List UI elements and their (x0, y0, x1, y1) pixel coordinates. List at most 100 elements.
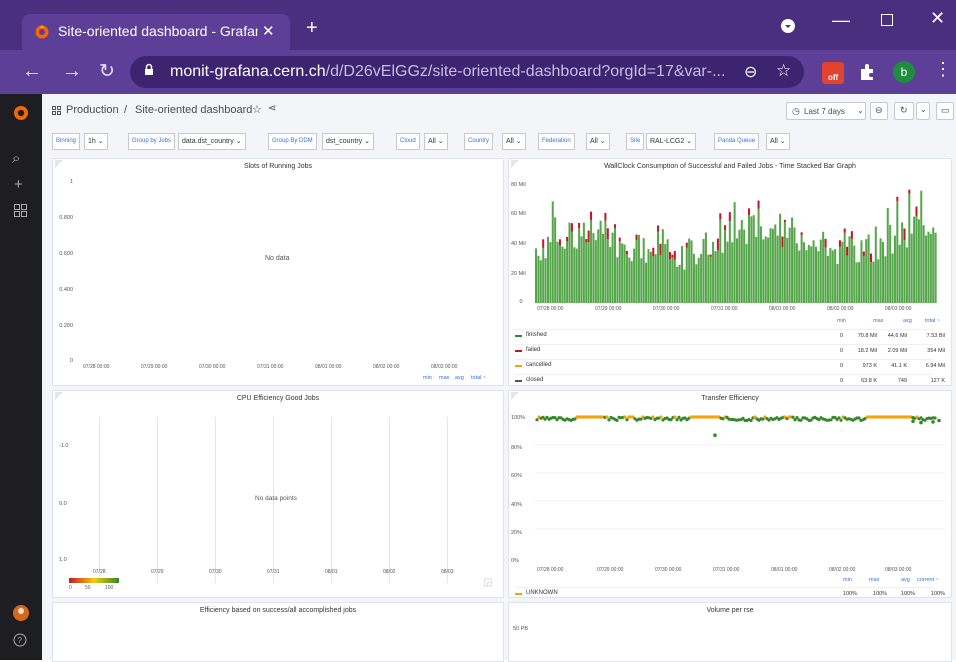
point-uk (931, 420, 935, 424)
bar-finished (822, 231, 825, 303)
legend-row[interactable]: finished 0 70.8 Mil 44.6 Mil 7.53 Bil (515, 329, 945, 341)
grafana-home-icon[interactable] (12, 104, 30, 122)
bar-finished (896, 201, 899, 303)
legend-value-total: 6.94 Mil (925, 363, 945, 369)
forward-icon[interactable]: → (62, 60, 82, 83)
legend-header-min[interactable]: min (423, 375, 432, 381)
clock-icon: ◷ (792, 106, 800, 116)
var-groupbyddm-select[interactable]: dst_country ⌄ (322, 133, 374, 150)
bar-failed (570, 223, 573, 232)
legend-header-max[interactable]: max (869, 577, 879, 583)
share-icon[interactable]: ⋖ (268, 103, 276, 114)
zoom-out-button[interactable]: ⊖ (870, 102, 888, 120)
close-window-icon[interactable]: ✕ (930, 8, 945, 29)
x-tick: 07/28 (93, 569, 106, 575)
x-tick: 08/02 00:00 (373, 364, 400, 370)
legend-header-avg[interactable]: avg (903, 318, 912, 324)
dashboards-icon[interactable] (14, 204, 27, 217)
legend-row[interactable]: closed 0 63.8 K 749 127 K (515, 374, 945, 385)
bookmark-star-icon[interactable]: ☆ (776, 61, 791, 81)
resize-handle-icon[interactable]: ◲ (483, 577, 492, 588)
maximize-icon[interactable] (881, 14, 893, 26)
dashboard-title[interactable]: Site-oriented dashboard (135, 104, 252, 116)
zoom-out-icon: ⊖ (875, 105, 883, 115)
extensions-puzzle-icon[interactable] (858, 62, 878, 82)
tab-close-icon[interactable]: ✕ (262, 22, 275, 40)
bar-finished (908, 193, 911, 303)
var-site-select[interactable]: RAL-LCG2 ⌄ (646, 133, 697, 150)
var-cloud-select[interactable]: All ⌄ (424, 133, 448, 150)
new-tab-button[interactable]: + (306, 18, 318, 38)
bar-finished (676, 266, 679, 303)
bar-finished (637, 234, 640, 303)
legend-row[interactable]: failed 0 18.2 Mil 2.09 Mil 354 Mil (515, 344, 945, 356)
bar-finished (798, 250, 801, 303)
bar-finished (563, 248, 566, 303)
legend-value-avg: 41.1 K (891, 363, 907, 369)
legend-header-max[interactable]: max (439, 375, 449, 381)
legend-header-max[interactable]: max (873, 318, 883, 324)
legend-header-avg[interactable]: avg (901, 577, 910, 583)
legend-series-name: failed (526, 347, 541, 353)
panel-success-efficiency[interactable]: Efficiency based on success/all accompli… (52, 602, 504, 662)
legend-value-avg: 749 (897, 378, 907, 384)
panel-slots-running-jobs[interactable]: Slots of Running Jobs 1 0.800 0.600 0.40… (52, 158, 504, 386)
y-tick: 0% (511, 558, 519, 564)
legend-header-total[interactable]: total ~ (925, 318, 940, 324)
browser-tab[interactable]: Site-oriented dashboard - Grafana ✕ (22, 14, 290, 50)
extension-off-icon[interactable]: off (822, 62, 844, 84)
legend-value-current: 100% (930, 591, 945, 597)
bar-finished (810, 246, 813, 303)
panel-wallclock-consumption[interactable]: WallClock Consumption of Successful and … (508, 158, 952, 386)
bar-finished (647, 249, 650, 303)
refresh-interval-button[interactable]: ⌄ (916, 102, 930, 120)
address-bar[interactable]: monit-grafana.cern.ch/d/D26vElGGz/site-o… (130, 56, 804, 88)
wallclock-stacked-bars[interactable] (535, 181, 937, 303)
user-avatar-icon[interactable] (12, 604, 30, 622)
legend-row[interactable]: UNKNOWN 100% 100% 100% 100% (515, 587, 945, 597)
bar-finished (666, 239, 669, 303)
panel-volume-per-rse[interactable]: Volume per rse 50 PB (508, 602, 952, 662)
profile-dropdown-icon[interactable] (780, 18, 796, 34)
minimize-icon[interactable]: — (832, 10, 850, 31)
panel-transfer-efficiency[interactable]: Transfer Efficiency 100% 80% 60% 40% 20%… (508, 390, 952, 598)
profile-avatar[interactable]: b (893, 61, 915, 83)
bar-finished (769, 228, 772, 303)
var-federation-select[interactable]: All ⌄ (586, 133, 610, 150)
bar-finished (654, 254, 657, 303)
browser-menu-icon[interactable]: ⋮ (934, 59, 952, 80)
y-tick: 50 PB (513, 626, 528, 632)
legend-header-avg[interactable]: avg (455, 375, 464, 381)
panel-cpu-efficiency[interactable]: CPU Efficiency Good Jobs -1.0 0.0 1.0 No… (52, 390, 504, 598)
var-country-select[interactable]: All ⌄ (502, 133, 526, 150)
bar-failed (587, 230, 590, 243)
legend-header-min[interactable]: min (837, 318, 846, 324)
breadcrumb-folder[interactable]: Production (66, 104, 119, 116)
var-binning-select[interactable]: 1h ⌄ (84, 133, 108, 150)
bar-finished (704, 232, 707, 303)
transfer-efficiency-points[interactable] (535, 413, 945, 565)
grafana-sidebar: ⌕ + ? (0, 94, 42, 660)
back-icon[interactable]: ← (22, 60, 42, 83)
var-pandaqueue-select[interactable]: All ⌄ (766, 133, 790, 150)
search-icon[interactable]: ⌕ (12, 150, 20, 167)
bar-finished (566, 241, 569, 303)
zoom-icon[interactable]: ⊖ (744, 62, 757, 82)
bar-finished (635, 239, 638, 303)
bar-failed (846, 246, 849, 256)
bar-finished (625, 254, 628, 303)
time-picker-button[interactable]: ◷ Last 7 days ⌄ (786, 102, 866, 120)
help-icon[interactable]: ? (13, 633, 27, 647)
legend-header-total[interactable]: total ~ (471, 375, 486, 381)
legend-row[interactable]: cancelled 0 973 K 41.1 K 6.94 Mil (515, 359, 945, 371)
reload-icon[interactable]: ↻ (99, 60, 115, 83)
favorite-star-icon[interactable]: ☆ (252, 103, 262, 116)
bar-failed (870, 253, 873, 263)
refresh-button[interactable]: ↻ (894, 102, 914, 120)
var-groupbyjobs-select[interactable]: data.dst_country ⌄ (178, 133, 246, 150)
create-plus-icon[interactable]: + (14, 176, 23, 193)
tv-mode-button[interactable]: ▭ (936, 102, 954, 120)
legend-header-current[interactable]: current ~ (917, 577, 939, 583)
bar-finished (728, 221, 731, 303)
legend-header-min[interactable]: min (843, 577, 852, 583)
